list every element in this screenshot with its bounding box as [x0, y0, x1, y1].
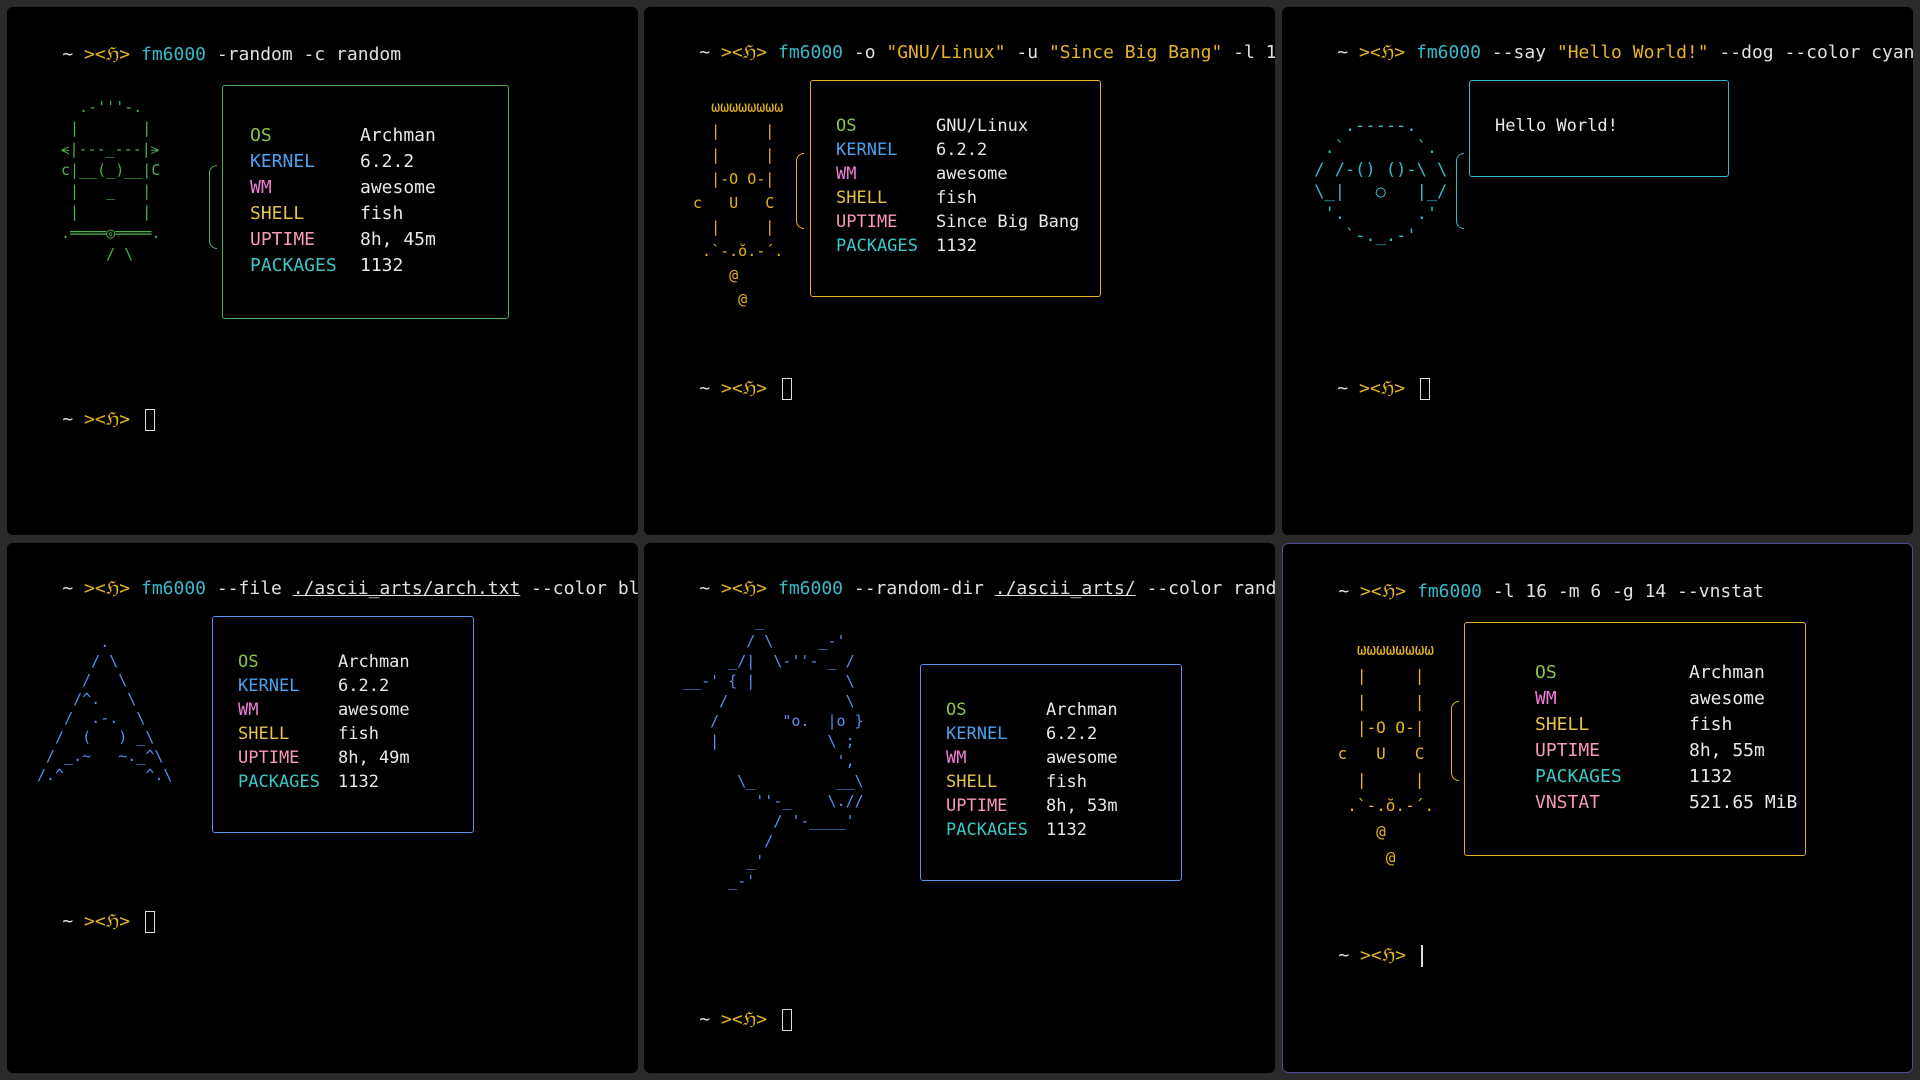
terminal-pane-1[interactable]: ~ ><ℌ> fm6000 -random -c random .-'''-. …: [7, 7, 638, 535]
speech-brace: [796, 153, 804, 229]
command-line: ~ ><ℌ> fm6000 -l 16 -m 6 -g 14 --vnstat: [1338, 581, 1764, 602]
command-line: ~ ><ℌ> fm6000 -o "GNU/Linux" -u "Since B…: [699, 42, 1275, 63]
speech-brace: [1451, 701, 1459, 781]
ascii-art-dog: .-----. .` `. / /-() ()-\ \ \_| ○ |_/ '.…: [1314, 116, 1448, 246]
text-cursor: [1419, 378, 1430, 400]
ascii-art-character: ωωωωωωωω | | | | |-O O-| ϲ U Ϲ | | .`-.ŏ…: [693, 98, 784, 308]
info-box: OS Archman KERNEL 6.2.2 WM awesome SHELL fis…: [222, 85, 509, 319]
terminal-pane-6[interactable]: ~ ><ℌ> fm6000 -l 16 -m 6 -g 14 --vnstat …: [1282, 543, 1913, 1073]
terminal-pane-3[interactable]: ~ ><ℌ> fm6000 --say "Hello World!" --dog…: [1282, 7, 1913, 535]
prompt-line[interactable]: ~ ><ℌ>: [1294, 356, 1430, 422]
prompt-line[interactable]: ~ ><ℌ>: [1295, 923, 1423, 989]
command-args: -random -c random: [206, 44, 402, 65]
info-box: OS GNU/Linux KERNEL 6.2.2 WM awesome SHELL f…: [810, 80, 1101, 297]
prompt-symbol: ><ℌ>: [84, 44, 131, 65]
message-text: Hello World!: [1495, 116, 1618, 136]
text-cursor: [144, 911, 155, 933]
text-cursor: [1420, 945, 1423, 967]
terminal-pane-2[interactable]: ~ ><ℌ> fm6000 -o "GNU/Linux" -u "Since B…: [644, 7, 1275, 535]
info-box: OS Archman WM awesome SHELL fish UPTIME 8h, …: [1464, 622, 1806, 856]
ascii-art-character: ωωωωωωωω | | | | |-O O-| ϲ U Ϲ | | .`-.ŏ…: [1337, 640, 1434, 867]
terminal-pane-5[interactable]: ~ ><ℌ> fm6000 --random-dir ./ascii_arts/…: [644, 543, 1275, 1073]
command-name: fm6000: [140, 44, 207, 65]
command-line: ~ ><ℌ> fm6000 --say "Hello World!" --dog…: [1337, 42, 1913, 63]
speech-brace: [209, 165, 217, 249]
info-box: OS Archman KERNEL 6.2.2 WM awesome SHELL fis…: [212, 616, 474, 833]
prompt-line[interactable]: ~ ><ℌ>: [656, 356, 792, 422]
text-cursor: [781, 1009, 792, 1031]
terminal-pane-4[interactable]: ~ ><ℌ> fm6000 --file ./ascii_arts/arch.t…: [7, 543, 638, 1073]
message-box: Hello World!: [1469, 80, 1729, 177]
prompt-tilde: ~: [62, 44, 74, 65]
ascii-art-creature: _ / \ _-' _/| \-''- _ / __-' { | \ / \ /…: [683, 612, 864, 890]
prompt-line[interactable]: ~ ><ℌ>: [656, 987, 792, 1053]
prompt-line[interactable]: ~ ><ℌ>: [19, 889, 155, 955]
ascii-art-arch: . / \ / \ /^. \ / .-. \ / ( ) _\ / _.~ ~…: [37, 633, 173, 784]
speech-brace: [1456, 153, 1464, 229]
ascii-art-robot: .-'''-. | | ⪪|---_---|⪫ ϲ|__(_)__|Ϲ | _ …: [61, 98, 161, 263]
command-line: ~ ><ℌ> fm6000 --file ./ascii_arts/arch.t…: [62, 578, 638, 599]
prompt-line[interactable]: ~ ><ℌ>: [19, 387, 155, 453]
info-box: OS Archman KERNEL 6.2.2 WM awesome SHELL fis…: [920, 664, 1182, 881]
text-cursor: [144, 409, 155, 431]
text-cursor: [781, 378, 792, 400]
command-line: ~ ><ℌ> fm6000 -random -c random: [19, 22, 401, 88]
